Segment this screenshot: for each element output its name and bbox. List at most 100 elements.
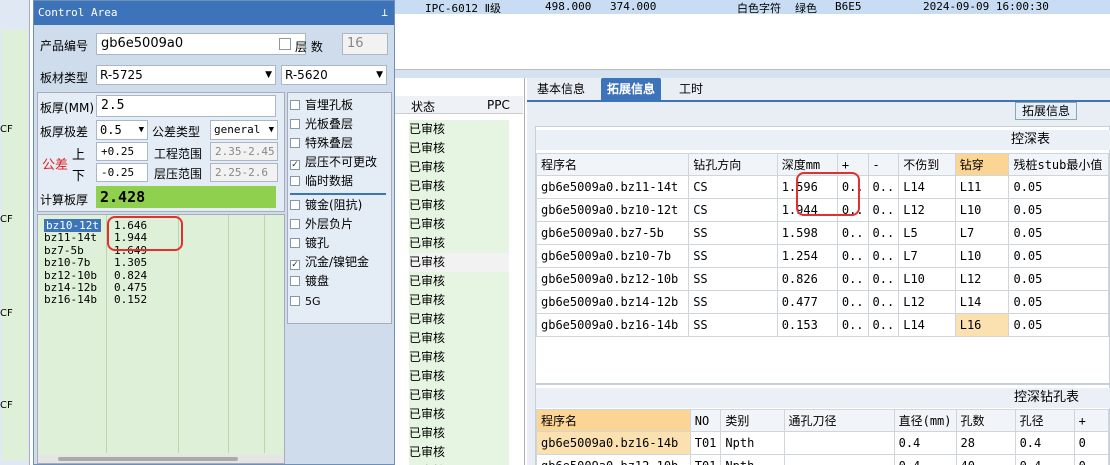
table-row[interactable]: gb6e5009a0.bz16-14b SS 0.153 0.. 0.. L14 L16 0.…	[535, 313, 1109, 337]
drill-table-cell[interactable]: Npth	[720, 454, 785, 465]
option-checkbox[interactable]: 光板叠层	[290, 115, 390, 134]
depth-table-cell[interactable]: 0.05	[1008, 313, 1109, 337]
drill-table-cell[interactable]: 40	[955, 454, 1016, 465]
depth-table-cell[interactable]: 0..	[836, 244, 869, 268]
depth-table-cell[interactable]: L14	[898, 175, 956, 199]
extended-info-button[interactable]: 拓展信息	[1015, 102, 1077, 120]
checkbox-icon[interactable]	[290, 238, 300, 248]
depth-table-cell[interactable]: 0.05	[1008, 267, 1109, 291]
status-cell[interactable]: 已审核	[409, 405, 509, 424]
table-row[interactable]: gb6e5009a0.bz7-5b SS 1.598 0.. 0.. L5 L7 0.05	[535, 221, 1109, 245]
depth-table-cell[interactable]: 0..	[867, 198, 900, 222]
status-cell[interactable]: 已审核	[409, 386, 509, 405]
depth-table-cell[interactable]: 0..	[867, 290, 900, 314]
material-select-1[interactable]: R-5725 ▼	[96, 65, 276, 85]
material-select-2[interactable]: R-5620 ▼	[281, 65, 387, 85]
drill-table-cell[interactable]: gb6e5009a0.bz12-10b	[536, 454, 691, 465]
depth-table-cell[interactable]: gb6e5009a0.bz14-12b	[535, 290, 690, 314]
depth-table-cell[interactable]: gb6e5009a0.bz12-10b	[535, 267, 690, 291]
checkbox-icon[interactable]	[290, 200, 300, 210]
drill-table-cell[interactable]: 0.4	[893, 454, 957, 465]
status-cell[interactable]: 已审核	[409, 139, 509, 158]
checkbox-icon[interactable]	[290, 138, 300, 148]
drill-table-header-cell[interactable]: 孔径	[1014, 409, 1075, 432]
depth-table-cell[interactable]: CS	[688, 198, 778, 222]
tab-basic-info[interactable]: 基本信息	[531, 78, 591, 100]
depth-table-cell[interactable]: 0.05	[1008, 221, 1109, 245]
depth-table-cell[interactable]: L14	[898, 313, 956, 337]
drill-table-cell[interactable]: 0	[1073, 431, 1110, 455]
checkbox-icon[interactable]	[290, 119, 300, 129]
status-cell[interactable]: 已审核	[409, 367, 509, 386]
table-row[interactable]: gb6e5009a0.bz14-12b SS 0.477 0.. 0.. L12 L14 0.…	[535, 290, 1109, 314]
depth-table-cell[interactable]: CS	[688, 175, 778, 199]
depth-table-cell[interactable]: L10	[954, 244, 1010, 268]
depth-table-cell[interactable]: 0..	[867, 221, 900, 245]
status-cell[interactable]: 已审核	[409, 424, 509, 443]
drill-table-header-cell[interactable]: NO	[689, 409, 722, 432]
tab-work-hours[interactable]: 工时	[673, 78, 709, 100]
press-range-input[interactable]: 2.25-2.6	[210, 163, 278, 182]
list-item[interactable]: bz14-12b 0.475	[42, 281, 272, 294]
depth-table-cell[interactable]: gb6e5009a0.bz7-5b	[535, 221, 690, 245]
table-row[interactable]: gb6e5009a0.bz10-7b SS 1.254 0.. 0.. L7 L10 0.05	[535, 244, 1109, 268]
depth-table-header-cell[interactable]: 程序名	[535, 153, 690, 176]
depth-table-cell[interactable]: 0..	[867, 313, 900, 337]
depth-table-cell[interactable]: 0..	[867, 244, 900, 268]
depth-table-cell[interactable]: 0.05	[1008, 175, 1109, 199]
depth-table-header-cell[interactable]: 钻穿	[954, 153, 1010, 176]
depth-table-cell[interactable]: 0.05	[1008, 290, 1109, 314]
depth-table-cell[interactable]: L12	[898, 290, 956, 314]
splitter-handle[interactable]	[395, 70, 1110, 78]
depth-table-cell[interactable]: 0..	[836, 221, 869, 245]
table-row[interactable]: gb6e5009a0.bz12-10bT01Npth0.4400.40	[536, 454, 1110, 465]
option-checkbox[interactable]: 镀盘	[290, 272, 390, 291]
option-checkbox[interactable]: ✓ 层压不可更改	[290, 153, 390, 172]
depth-table-cell[interactable]: 0..	[836, 267, 869, 291]
depth-table-header-cell[interactable]: 钻孔方向	[688, 153, 778, 176]
drill-table-cell[interactable]: 0.4	[893, 431, 957, 455]
thickness-input[interactable]: 2.5	[96, 95, 276, 117]
table-row[interactable]: gb6e5009a0.bz12-10b SS 0.826 0.. 0.. L10 L12 0.…	[535, 267, 1109, 291]
scrollbar-thumb[interactable]	[58, 457, 238, 461]
depth-table-cell[interactable]: SS	[688, 290, 778, 314]
option-checkbox[interactable]: 外层负片	[290, 215, 390, 234]
status-cell[interactable]: 已审核	[409, 310, 509, 329]
status-cell[interactable]: 已审核	[409, 443, 509, 462]
checkbox-checked-icon[interactable]: ✓	[290, 160, 300, 170]
drill-table-cell[interactable]: T01	[689, 431, 722, 455]
depth-table-cell[interactable]: 1.598	[776, 221, 838, 245]
status-cell[interactable]: 已审核	[409, 177, 509, 196]
depth-table-cell[interactable]: 0..	[867, 267, 900, 291]
status-cell[interactable]: 已审核	[409, 291, 509, 310]
depth-table-cell[interactable]: 1.254	[776, 244, 838, 268]
tolerance-range-select[interactable]: 0.5 ▼	[96, 120, 148, 140]
drill-table-header-cell[interactable]: 程序名	[536, 409, 691, 432]
depth-table-cell[interactable]: SS	[688, 313, 778, 337]
depth-table-cell[interactable]: L5	[898, 221, 956, 245]
depth-table-cell[interactable]: 0.826	[776, 267, 838, 291]
layers-input[interactable]: 16	[342, 33, 388, 55]
engineering-range-input[interactable]: 2.35-2.45	[210, 142, 278, 161]
depth-table-cell[interactable]: 0..	[867, 175, 900, 199]
depth-table-cell[interactable]: L12	[898, 198, 956, 222]
drill-table-header-cell[interactable]: 类别	[720, 409, 785, 432]
status-cell[interactable]: 已审核	[409, 196, 509, 215]
depth-table-cell[interactable]: L14	[954, 290, 1010, 314]
status-cell[interactable]: 已审核	[409, 329, 509, 348]
status-cell[interactable]: 已审核	[409, 234, 509, 253]
depth-table-cell[interactable]: gb6e5009a0.bz10-12t	[535, 198, 690, 222]
pin-icon[interactable]: ⊥	[381, 1, 388, 25]
layers-checkbox[interactable]	[279, 38, 291, 50]
option-checkbox[interactable]: ✓ 沉金/镍钯金	[290, 253, 390, 272]
drill-table-header-cell[interactable]: 直径(mm)	[893, 409, 957, 432]
status-cell[interactable]: 已审核	[409, 215, 509, 234]
checkbox-icon[interactable]	[290, 296, 300, 306]
drill-table-header-cell[interactable]: 孔数	[955, 409, 1016, 432]
drill-table-cell[interactable]	[783, 454, 895, 465]
option-checkbox[interactable]: 临时数据	[290, 172, 390, 191]
depth-table-cell[interactable]: L10	[954, 198, 1010, 222]
checkbox-checked-icon[interactable]: ✓	[290, 260, 300, 270]
depth-table-cell[interactable]: 0..	[836, 290, 869, 314]
list-item[interactable]: bz16-14b 0.152	[42, 293, 272, 306]
